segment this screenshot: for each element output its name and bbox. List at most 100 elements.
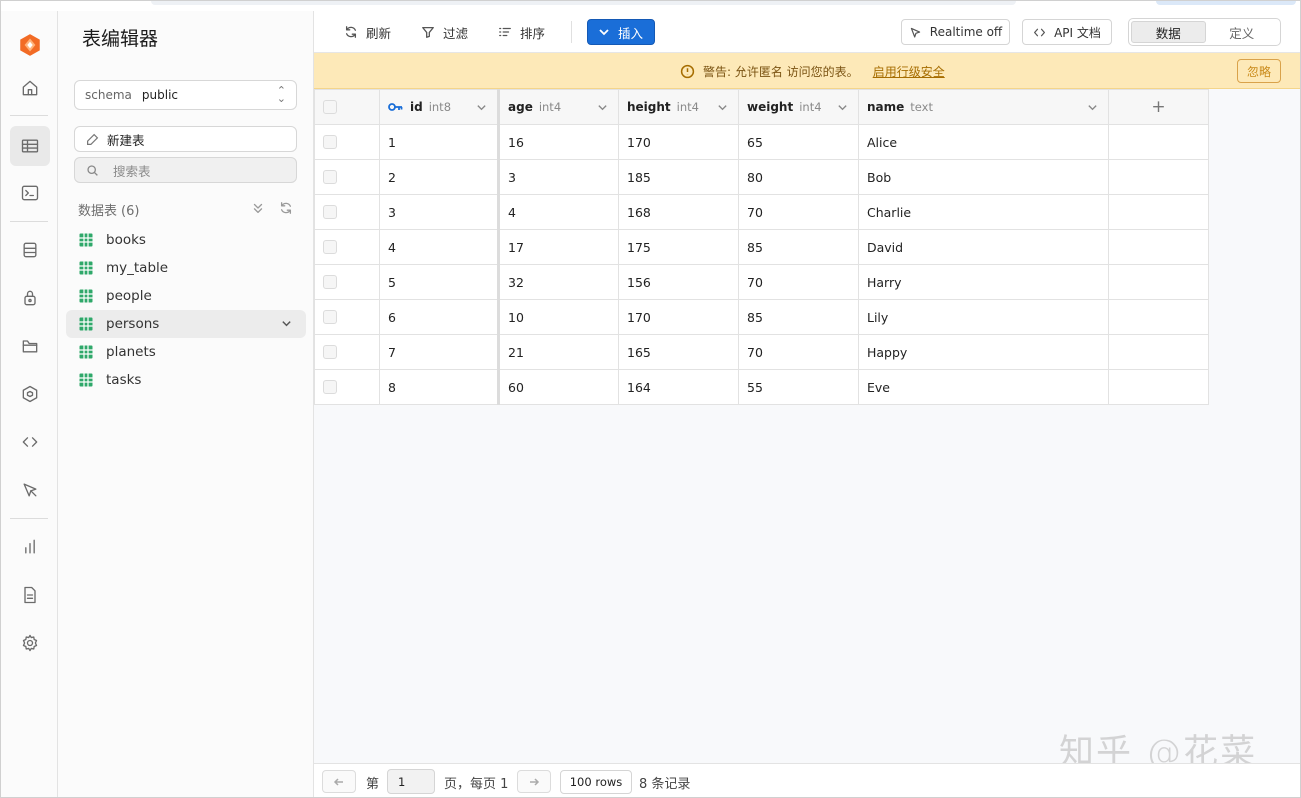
ignore-button[interactable]: 忽略: [1237, 59, 1281, 83]
search-table-input[interactable]: 搜索表: [74, 157, 297, 183]
column-header-weight[interactable]: weight int4: [738, 89, 859, 125]
rows-per-page-select[interactable]: 100 rows: [560, 770, 632, 794]
cell-name[interactable]: Lily: [858, 299, 1109, 335]
row-checkbox[interactable]: [323, 275, 337, 289]
column-header-age[interactable]: age int4: [498, 89, 619, 125]
table-item-my_table[interactable]: my_table: [66, 254, 306, 282]
cell-height[interactable]: 165: [618, 334, 739, 370]
new-table-button[interactable]: 新建表: [74, 126, 297, 152]
cell-name[interactable]: David: [858, 229, 1109, 265]
refresh-icon[interactable]: [279, 201, 293, 215]
cell-name[interactable]: Harry: [858, 264, 1109, 300]
address-bar[interactable]: [151, 1, 1016, 5]
storage-icon[interactable]: [10, 326, 50, 366]
cell-height[interactable]: 185: [618, 159, 739, 195]
next-page-button[interactable]: [517, 770, 551, 793]
cell-id[interactable]: 1: [379, 124, 500, 160]
sql-editor-icon[interactable]: [10, 173, 50, 213]
cell-height[interactable]: 164: [618, 369, 739, 405]
tab-definition[interactable]: 定义: [1206, 21, 1279, 43]
cell-weight[interactable]: 70: [738, 194, 859, 230]
add-column-button[interactable]: +: [1108, 89, 1209, 125]
cell-age[interactable]: 21: [498, 334, 619, 370]
cell-id[interactable]: 8: [379, 369, 500, 405]
table-row[interactable]: 7 21 165 70 Happy: [314, 334, 1209, 370]
table-item-tasks[interactable]: tasks: [66, 366, 306, 394]
table-row[interactable]: 8 60 164 55 Eve: [314, 369, 1209, 405]
cell-height[interactable]: 175: [618, 229, 739, 265]
schema-select[interactable]: schema public ⌃ ⌄: [74, 80, 297, 110]
table-row[interactable]: 2 3 185 80 Bob: [314, 159, 1209, 195]
collapse-all-icon[interactable]: [251, 201, 265, 215]
reports-icon[interactable]: [10, 527, 50, 567]
cell-id[interactable]: 4: [379, 229, 500, 265]
prev-page-button[interactable]: [322, 770, 356, 793]
chevron-down-icon[interactable]: [597, 102, 608, 113]
cell-age[interactable]: 17: [498, 229, 619, 265]
table-row[interactable]: 4 17 175 85 David: [314, 229, 1209, 265]
row-checkbox[interactable]: [323, 240, 337, 254]
table-editor-icon[interactable]: [10, 126, 50, 166]
cell-height[interactable]: 170: [618, 299, 739, 335]
row-checkbox[interactable]: [323, 170, 337, 184]
cell-weight[interactable]: 55: [738, 369, 859, 405]
edge-functions-icon[interactable]: [10, 374, 50, 414]
enable-rls-link[interactable]: 启用行级安全: [873, 63, 945, 80]
cell-name[interactable]: Eve: [858, 369, 1109, 405]
realtime-toggle-button[interactable]: Realtime off: [901, 19, 1010, 45]
cell-name[interactable]: Charlie: [858, 194, 1109, 230]
column-header-height[interactable]: height int4: [618, 89, 739, 125]
home-icon[interactable]: [10, 68, 50, 108]
insert-button[interactable]: 插入: [587, 19, 655, 45]
cell-id[interactable]: 6: [379, 299, 500, 335]
browser-action[interactable]: [1156, 1, 1296, 5]
cell-age[interactable]: 4: [498, 194, 619, 230]
logs-icon[interactable]: [10, 575, 50, 615]
cell-height[interactable]: 170: [618, 124, 739, 160]
row-checkbox[interactable]: [323, 345, 337, 359]
settings-icon[interactable]: [10, 623, 50, 663]
chevron-down-icon[interactable]: [476, 102, 487, 113]
cell-age[interactable]: 32: [498, 264, 619, 300]
cell-id[interactable]: 2: [379, 159, 500, 195]
chevron-down-icon[interactable]: [1087, 102, 1098, 113]
cell-name[interactable]: Bob: [858, 159, 1109, 195]
cell-name[interactable]: Alice: [858, 124, 1109, 160]
table-row[interactable]: 5 32 156 70 Harry: [314, 264, 1209, 300]
row-checkbox[interactable]: [323, 205, 337, 219]
cell-age[interactable]: 16: [498, 124, 619, 160]
sort-button[interactable]: 排序: [498, 22, 545, 42]
realtime-icon[interactable]: [10, 470, 50, 510]
api-docs-button[interactable]: API 文档: [1022, 19, 1112, 45]
table-item-books[interactable]: books: [66, 226, 306, 254]
cell-id[interactable]: 5: [379, 264, 500, 300]
column-header-id[interactable]: id int8: [379, 89, 500, 125]
chevron-down-icon[interactable]: [717, 102, 728, 113]
refresh-button[interactable]: 刷新: [344, 22, 391, 42]
cell-age[interactable]: 3: [498, 159, 619, 195]
cell-weight[interactable]: 85: [738, 229, 859, 265]
table-row[interactable]: 1 16 170 65 Alice: [314, 124, 1209, 160]
auth-icon[interactable]: [10, 278, 50, 318]
table-item-people[interactable]: people: [66, 282, 306, 310]
cell-weight[interactable]: 70: [738, 334, 859, 370]
api-icon[interactable]: [10, 422, 50, 462]
cell-weight[interactable]: 70: [738, 264, 859, 300]
cell-weight[interactable]: 85: [738, 299, 859, 335]
page-number-input[interactable]: 1: [387, 769, 435, 794]
cell-weight[interactable]: 65: [738, 124, 859, 160]
database-icon[interactable]: [10, 230, 50, 270]
cell-height[interactable]: 168: [618, 194, 739, 230]
cell-id[interactable]: 3: [379, 194, 500, 230]
cell-name[interactable]: Happy: [858, 334, 1109, 370]
table-item-planets[interactable]: planets: [66, 338, 306, 366]
cell-age[interactable]: 60: [498, 369, 619, 405]
tab-data[interactable]: 数据: [1131, 21, 1206, 43]
row-checkbox[interactable]: [323, 380, 337, 394]
chevron-down-icon[interactable]: [281, 318, 292, 329]
cell-weight[interactable]: 80: [738, 159, 859, 195]
row-checkbox[interactable]: [323, 310, 337, 324]
table-row[interactable]: 3 4 168 70 Charlie: [314, 194, 1209, 230]
chevron-down-icon[interactable]: [837, 102, 848, 113]
select-all-checkbox[interactable]: [323, 100, 337, 114]
